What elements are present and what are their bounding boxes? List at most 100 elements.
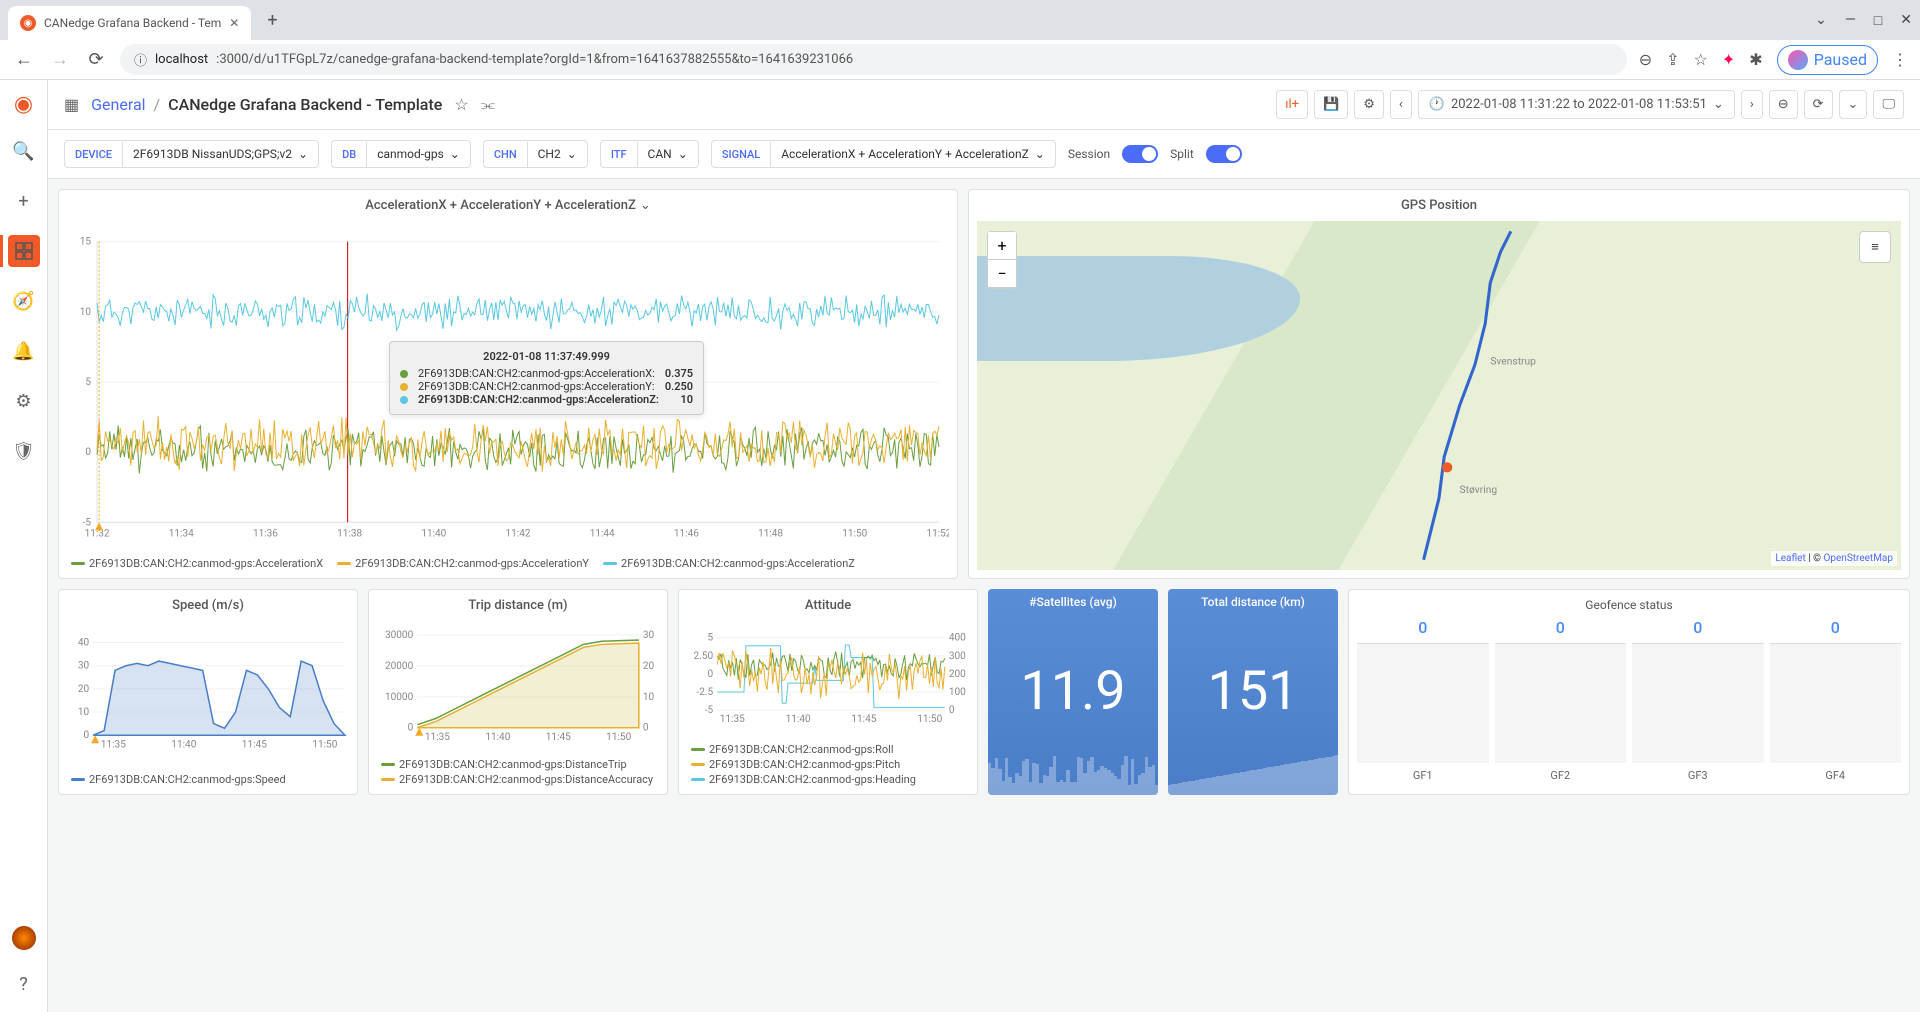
- geofence-bar: [1495, 643, 1627, 763]
- chn-label: CHN: [484, 142, 528, 167]
- bookmark-icon[interactable]: ☆: [1694, 50, 1708, 69]
- close-window-icon[interactable]: ✕: [1900, 12, 1912, 29]
- chn-filter[interactable]: CHN CH2 ⌄: [483, 140, 588, 168]
- bell-icon[interactable]: 🔔: [8, 335, 40, 367]
- help-icon[interactable]: ?: [8, 968, 40, 1000]
- geofence-label: GF1: [1413, 769, 1433, 782]
- tv-mode-button[interactable]: 🖵: [1873, 90, 1904, 119]
- dash-icon: [337, 562, 351, 565]
- chevron-down-icon: ⌄: [1035, 147, 1045, 161]
- device-filter[interactable]: DEVICE 2F6913DB NissanUDS;GPS;v2 ⌄: [64, 140, 319, 168]
- maximize-icon[interactable]: □: [1874, 12, 1882, 29]
- chart-tooltip: 2022-01-08 11:37:49.999 2F6913DB:CAN:CH2…: [389, 341, 704, 415]
- clock-icon: 🕐: [1429, 97, 1445, 112]
- dot-icon: [400, 370, 408, 378]
- page-title: CANedge Grafana Backend - Template: [168, 95, 442, 114]
- paused-label: Paused: [1814, 50, 1867, 69]
- osm-link[interactable]: OpenStreetMap: [1824, 553, 1894, 564]
- add-panel-button[interactable]: ıl+: [1276, 90, 1308, 119]
- dash-icon: [691, 748, 705, 751]
- speed-chart[interactable]: 01020304011:3511:4011:4511:50: [67, 625, 349, 765]
- panel-title[interactable]: Attitude: [679, 590, 977, 621]
- panel-title[interactable]: Trip distance (m): [369, 590, 667, 621]
- signal-value: AccelerationX + AccelerationY + Accelera…: [781, 147, 1029, 161]
- db-filter[interactable]: DB canmod-gps ⌄: [331, 140, 471, 168]
- chevron-down-icon: ⌄: [1713, 97, 1724, 112]
- browser-url-bar: ← → ⟳ ⓘ localhost:3000/d/u1TFGpL7z/caned…: [0, 40, 1920, 80]
- time-prev-button[interactable]: ‹: [1390, 90, 1412, 119]
- address-bar[interactable]: ⓘ localhost:3000/d/u1TFGpL7z/canedge-gra…: [120, 44, 1627, 75]
- profile-paused[interactable]: Paused: [1777, 45, 1878, 75]
- split-label: Split: [1170, 147, 1194, 161]
- explore-icon[interactable]: 🧭: [8, 285, 40, 317]
- time-zoom-button[interactable]: ⊖: [1769, 90, 1798, 119]
- zoom-icon[interactable]: ⊖: [1639, 50, 1652, 69]
- shield-icon[interactable]: 🛡: [8, 435, 40, 467]
- time-next-button[interactable]: ›: [1741, 90, 1763, 119]
- share-dashboard-icon[interactable]: ⫘: [481, 95, 495, 115]
- star-icon[interactable]: ☆: [454, 95, 468, 114]
- svg-text:30: 30: [78, 661, 90, 672]
- panel-title[interactable]: Speed (m/s): [59, 590, 357, 621]
- info-icon[interactable]: ⓘ: [134, 50, 147, 69]
- svg-text:11:35: 11:35: [101, 739, 126, 750]
- search-icon[interactable]: 🔍: [8, 135, 40, 167]
- panel-title[interactable]: GPS Position: [969, 190, 1909, 221]
- menu-icon[interactable]: ⋮: [1892, 50, 1908, 69]
- plus-icon[interactable]: +: [8, 185, 40, 217]
- new-tab-button[interactable]: +: [259, 10, 285, 31]
- svg-text:11:44: 11:44: [590, 528, 615, 539]
- panel-title[interactable]: AccelerationX + AccelerationY + Accelera…: [59, 190, 957, 221]
- satellites-panel[interactable]: #Satellites (avg) 11.9: [988, 589, 1158, 795]
- forward-button[interactable]: →: [48, 49, 72, 70]
- dashboards-icon[interactable]: [8, 235, 40, 267]
- grafana-logo[interactable]: ◉: [14, 92, 33, 117]
- split-toggle[interactable]: [1206, 145, 1242, 163]
- svg-text:20000: 20000: [385, 661, 414, 672]
- signal-filter[interactable]: SIGNAL AccelerationX + AccelerationY + A…: [711, 140, 1056, 168]
- avatar: [1788, 50, 1808, 70]
- map-layers-button[interactable]: ≡: [1859, 231, 1891, 263]
- session-toggle[interactable]: [1122, 145, 1158, 163]
- gear-icon[interactable]: ⚙: [8, 385, 40, 417]
- svg-text:-5: -5: [705, 705, 714, 716]
- svg-text:11:46: 11:46: [674, 528, 699, 539]
- close-tab-icon[interactable]: ✕: [229, 16, 239, 30]
- attitude-chart[interactable]: -5-2.502.505010020030040011:3511:4011:45…: [687, 625, 969, 735]
- grid-icon[interactable]: ▦: [64, 95, 79, 114]
- time-range-picker[interactable]: 🕐 2022-01-08 11:31:22 to 2022-01-08 11:5…: [1418, 90, 1735, 119]
- breadcrumb-general[interactable]: General: [91, 95, 145, 114]
- gps-map[interactable]: Svenstrup Støvring + − ≡ Leaflet | © Ope…: [977, 221, 1901, 570]
- back-button[interactable]: ←: [12, 49, 36, 70]
- user-avatar[interactable]: [12, 926, 36, 950]
- trip-panel: Trip distance (m) 0100002000030000010203…: [368, 589, 668, 795]
- share-icon[interactable]: ⇪: [1666, 50, 1679, 69]
- dash-icon: [603, 562, 617, 565]
- svg-text:11:34: 11:34: [169, 528, 194, 539]
- dash-icon: [381, 763, 395, 766]
- geofence-bar: [1357, 643, 1489, 763]
- extension-icon-1[interactable]: ✦: [1722, 50, 1735, 69]
- refresh-interval-button[interactable]: ⌄: [1839, 90, 1868, 119]
- svg-text:20: 20: [78, 684, 90, 695]
- browser-tab[interactable]: ◉ CANedge Grafana Backend - Tem ✕: [8, 6, 251, 40]
- panel-title[interactable]: Geofence status: [1357, 598, 1901, 612]
- leaflet-link[interactable]: Leaflet: [1775, 553, 1805, 564]
- minimize-icon[interactable]: —: [1845, 12, 1856, 29]
- trip-chart[interactable]: 0100002000030000010203011:3511:4011:4511…: [377, 625, 659, 750]
- extensions-icon[interactable]: ✱: [1749, 50, 1762, 69]
- reload-button[interactable]: ⟳: [84, 49, 108, 70]
- distance-panel[interactable]: Total distance (km) 151: [1168, 589, 1338, 795]
- settings-button[interactable]: ⚙: [1354, 90, 1384, 119]
- gps-panel: GPS Position Svenstrup Støvring + −: [968, 189, 1910, 579]
- chevron-down-icon[interactable]: ⌄: [1815, 12, 1827, 29]
- itf-filter[interactable]: ITF CAN ⌄: [600, 140, 699, 168]
- zoom-in-button[interactable]: +: [988, 232, 1016, 260]
- save-button[interactable]: 💾: [1314, 90, 1348, 119]
- dot-icon: [400, 396, 408, 404]
- map-attribution: Leaflet | © OpenStreetMap: [1771, 551, 1897, 566]
- refresh-button[interactable]: ⟳: [1804, 90, 1833, 119]
- zoom-out-button[interactable]: −: [988, 260, 1016, 288]
- svg-text:11:38: 11:38: [337, 528, 362, 539]
- svg-text:20: 20: [643, 661, 655, 672]
